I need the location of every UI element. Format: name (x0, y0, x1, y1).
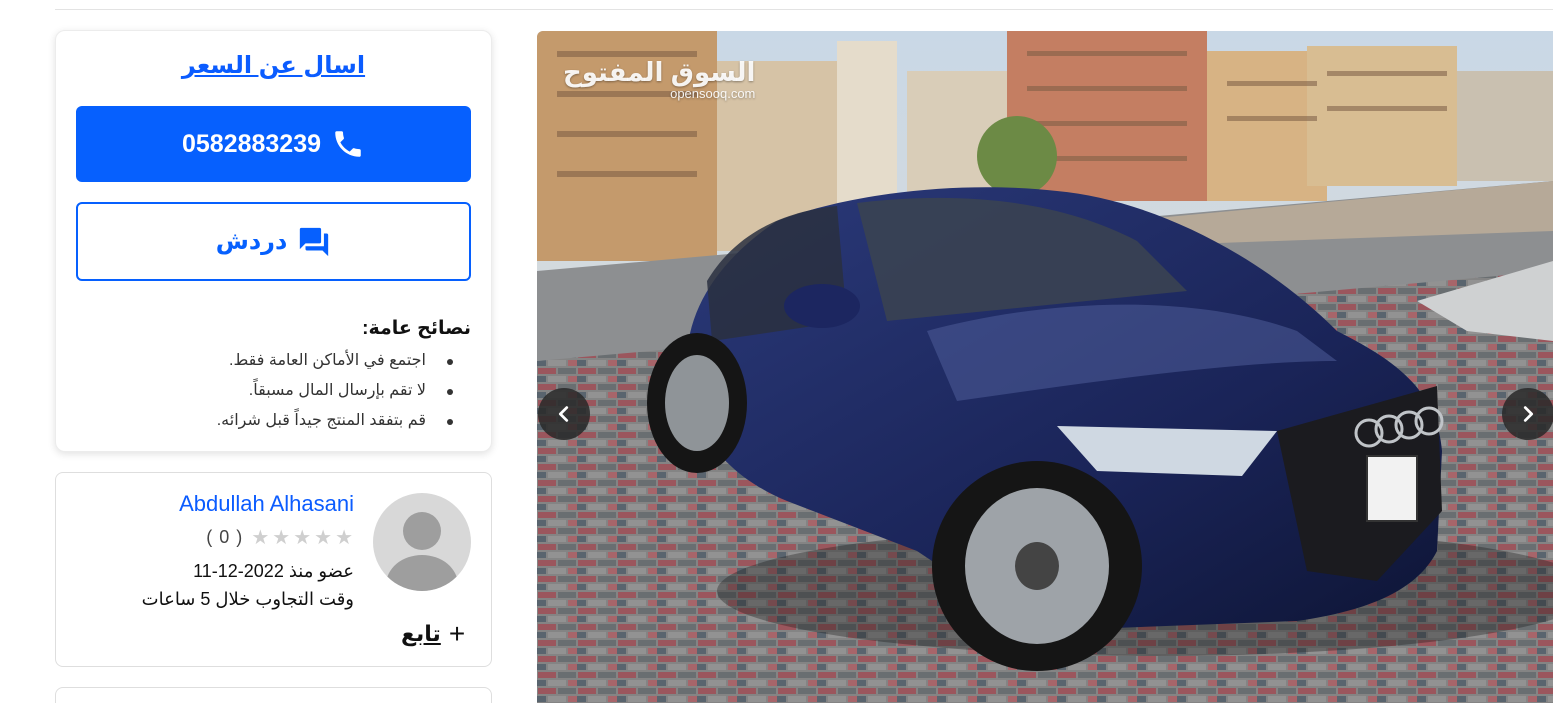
tip-item: لا تقم بإرسال المال مسبقاً. (76, 376, 471, 406)
ask-price-link[interactable]: اسال عن السعر (56, 51, 491, 80)
seller-name-link[interactable]: Abdullah Alhasani (179, 491, 354, 517)
chevron-left-icon (558, 406, 569, 422)
call-seller-button[interactable]: 0582883239 (76, 106, 471, 182)
safety-tips: نصائح عامة: اجتمع في الأماكن العامة فقط.… (76, 317, 471, 436)
phone-icon (335, 131, 361, 157)
member-since: عضو منذ 2022-12-11 (193, 561, 354, 581)
plus-icon: + (448, 618, 466, 649)
previous-image-button[interactable] (538, 388, 590, 440)
top-divider (55, 9, 1553, 10)
star-icon: ★ (272, 526, 291, 549)
follow-button[interactable]: تابع + (401, 618, 466, 649)
contact-card: اسال عن السعر 0582883239 دردش نصائح عامة… (55, 30, 492, 452)
car-photo (537, 31, 1553, 703)
rating-stars: ★ ★ ★ ★ ★ (251, 528, 353, 548)
avatar[interactable] (373, 493, 471, 591)
follow-label: تابع (401, 621, 441, 646)
tips-title: نصائح عامة: (362, 318, 471, 339)
chat-button[interactable]: دردش (76, 202, 471, 281)
seller-card: Abdullah Alhasani ★ ★ ★ ★ ★ ( 0 ) عضو من… (55, 472, 492, 667)
tips-list: اجتمع في الأماكن العامة فقط. لا تقم بإرس… (76, 346, 471, 436)
tip-item: اجتمع في الأماكن العامة فقط. (76, 346, 471, 376)
watermark-arabic: السوق المفتوح (563, 57, 756, 87)
rating-count: ( 0 ) (206, 527, 244, 547)
tip-item: قم بتفقد المنتج جيداً قبل شرائه. (76, 406, 471, 436)
chat-icon (300, 227, 329, 256)
watermark-english: opensooq.com (670, 86, 756, 101)
chevron-right-icon (1523, 406, 1534, 422)
star-icon: ★ (251, 526, 270, 549)
opensooq-watermark: السوق المفتوح opensooq.com (563, 57, 756, 101)
star-icon: ★ (293, 526, 312, 549)
star-icon: ★ (314, 526, 333, 549)
image-gallery[interactable]: السوق المفتوح opensooq.com (537, 31, 1553, 703)
response-time: وقت التجاوب خلال 5 ساعات (141, 589, 354, 609)
star-icon: ★ (335, 526, 353, 549)
seller-rating: ★ ★ ★ ★ ★ ( 0 ) (206, 527, 353, 548)
user-avatar-icon (386, 512, 458, 591)
phone-number: 0582883239 (181, 129, 322, 158)
next-card (55, 687, 492, 703)
chat-label: دردش (215, 228, 288, 255)
next-image-button[interactable] (1502, 388, 1553, 440)
